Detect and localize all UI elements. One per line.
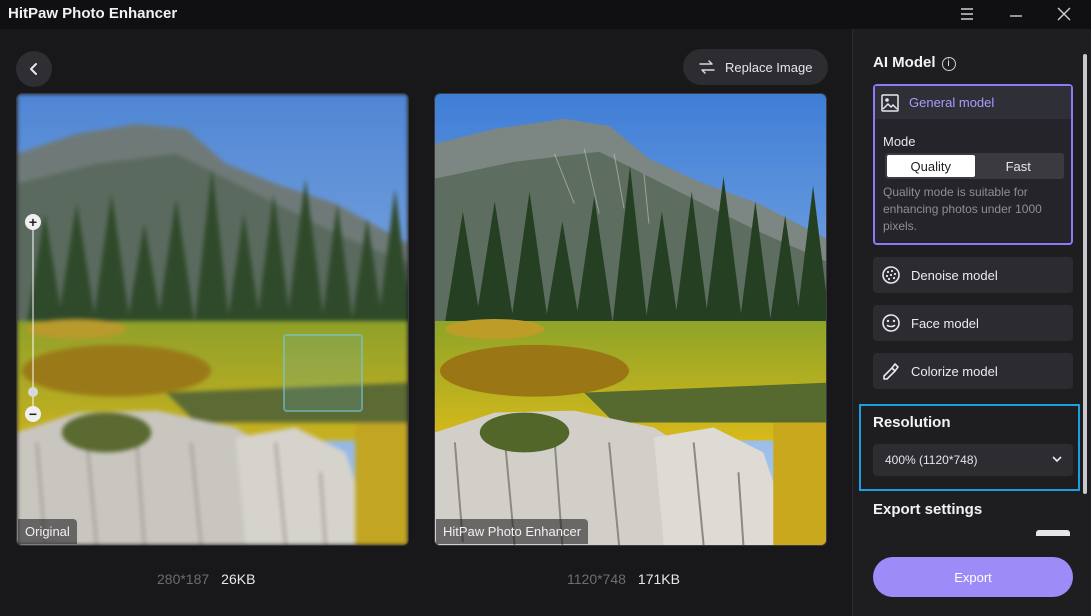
export-settings-title: Export settings — [873, 501, 983, 518]
export-settings-toggle[interactable] — [1036, 530, 1070, 536]
original-size: 26KB — [221, 571, 256, 587]
mode-option-quality[interactable]: Quality — [887, 155, 975, 177]
general-model-card[interactable]: General model Mode Quality Fast Quality … — [873, 84, 1073, 245]
replace-image-button[interactable]: Replace Image — [683, 49, 828, 85]
original-label: Original — [18, 519, 77, 544]
preview-area: Replace Image Original + − HitPaw Photo … — [0, 29, 852, 616]
general-model-label: General model — [909, 95, 995, 110]
mode-option-fast[interactable]: Fast — [975, 155, 1063, 177]
original-dimensions: 280*187 — [157, 571, 210, 587]
enhanced-image-panel[interactable]: HitPaw Photo Enhancer — [434, 93, 827, 546]
resolution-select[interactable]: 400% (1120*748) — [873, 444, 1073, 476]
resolution-title: Resolution — [873, 414, 951, 431]
zoom-slider-handle[interactable] — [28, 386, 38, 397]
app-title: HitPaw Photo Enhancer — [8, 5, 178, 22]
chevron-down-icon — [1052, 456, 1062, 463]
enhanced-size: 171KB — [637, 571, 680, 587]
replace-image-label: Replace Image — [725, 59, 813, 75]
enhanced-label: HitPaw Photo Enhancer — [436, 519, 589, 544]
swap-icon — [699, 60, 715, 74]
enhanced-photo — [435, 94, 826, 545]
original-image-panel[interactable]: Original — [16, 93, 409, 546]
colorize-icon — [883, 363, 899, 380]
minimize-button[interactable] — [1003, 2, 1029, 26]
plus-icon: + — [28, 214, 38, 230]
title-bar: HitPaw Photo Enhancer — [0, 0, 1091, 29]
menu-icon — [961, 8, 973, 20]
mode-description: Quality mode is suitable for enhancing p… — [883, 185, 1042, 233]
general-model-header[interactable]: General model — [875, 86, 1071, 119]
resolution-value: 400% (1120*748) — [885, 453, 978, 467]
close-icon — [1057, 7, 1071, 21]
mode-label: Mode — [883, 134, 916, 149]
minus-icon: − — [28, 406, 38, 422]
face-icon — [882, 314, 900, 332]
mode-toggle[interactable]: Quality Fast — [885, 153, 1064, 179]
model-label: Colorize model — [911, 363, 998, 379]
model-label: Denoise model — [911, 267, 998, 283]
original-photo — [17, 94, 408, 545]
zoom-in-button[interactable]: + — [25, 214, 41, 230]
model-item-face[interactable]: Face model — [873, 305, 1073, 341]
image-icon — [881, 93, 899, 112]
back-button[interactable] — [16, 51, 52, 87]
model-label: Face model — [911, 315, 979, 331]
close-button[interactable] — [1051, 2, 1077, 26]
denoise-icon — [882, 266, 900, 284]
export-button[interactable]: Export — [873, 557, 1073, 597]
ai-model-title: AI Model i — [873, 54, 956, 71]
zoom-out-button[interactable]: − — [25, 406, 41, 422]
minimize-icon — [1010, 15, 1022, 17]
watermark-logo — [283, 334, 363, 412]
settings-sidebar: AI Model i General model Mode Quality Fas… — [852, 29, 1091, 616]
info-icon[interactable]: i — [941, 56, 956, 71]
chevron-left-icon — [30, 63, 37, 75]
enhanced-info: 1120*748 171KB — [567, 571, 680, 587]
menu-button[interactable] — [954, 2, 980, 26]
model-item-colorize[interactable]: Colorize model — [873, 353, 1073, 389]
enhanced-dimensions: 1120*748 — [567, 571, 626, 587]
sidebar-scrollbar[interactable] — [1083, 54, 1087, 494]
original-info: 280*187 26KB — [157, 571, 255, 587]
model-item-denoise[interactable]: Denoise model — [873, 257, 1073, 293]
ai-model-title-text: AI Model — [873, 54, 936, 71]
